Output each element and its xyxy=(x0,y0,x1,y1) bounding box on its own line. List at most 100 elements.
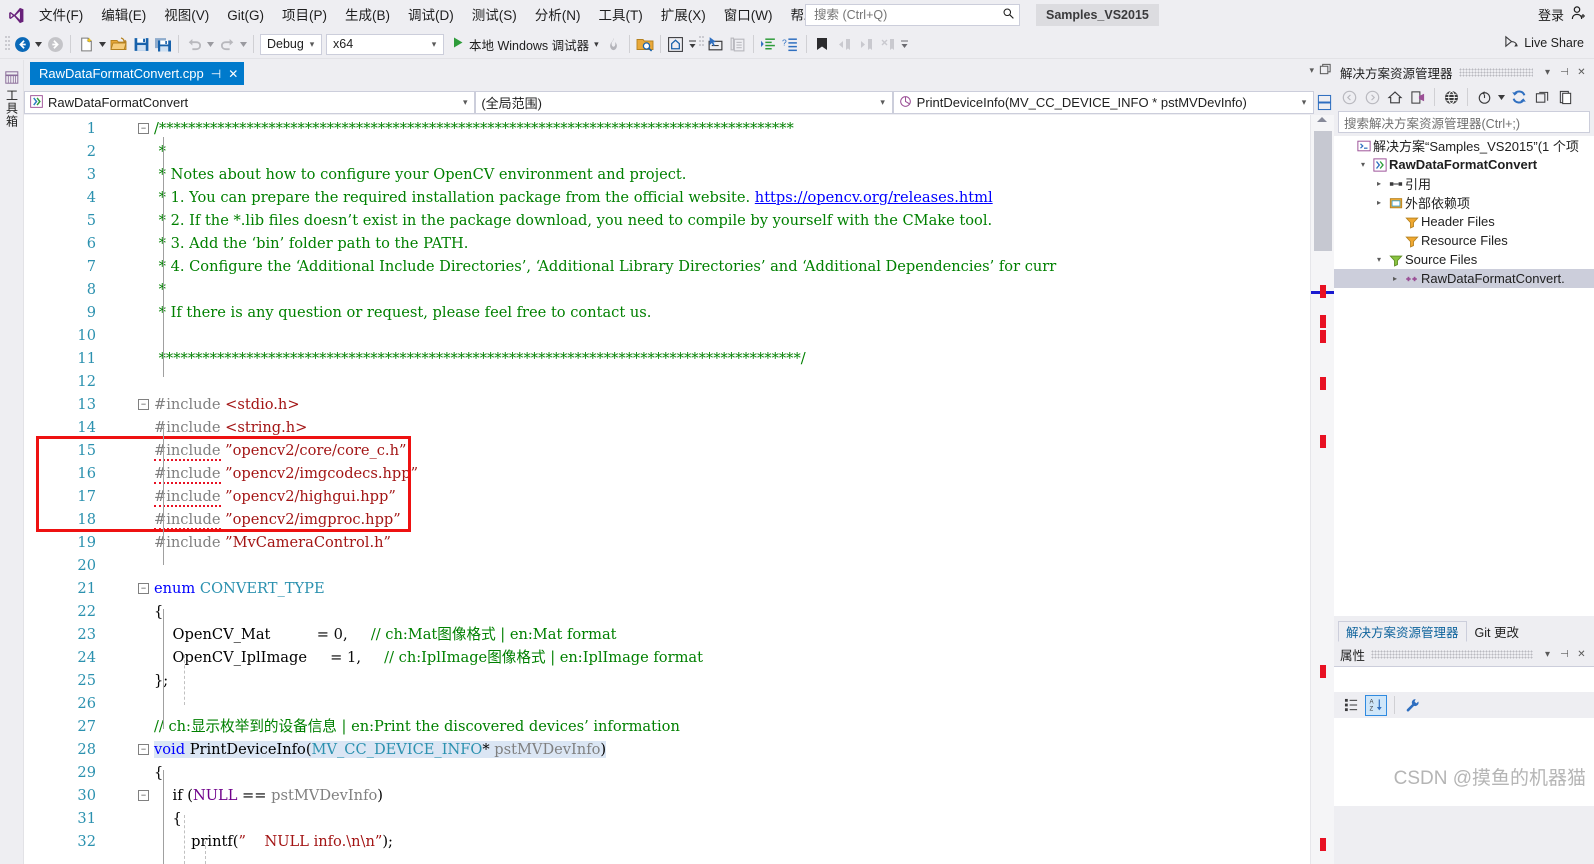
clear-bookmarks-icon[interactable] xyxy=(877,33,899,55)
code-line[interactable]: void PrintDeviceInfo(MV_CC_DEVICE_INFO* … xyxy=(154,738,607,761)
panel-pin-icon[interactable]: ⊣ xyxy=(1556,649,1573,660)
sign-in-area[interactable]: 登录 xyxy=(1538,5,1586,24)
code-line[interactable]: #include ”opencv2/core/core_c.h” xyxy=(154,439,406,462)
navigate-forward-icon[interactable] xyxy=(44,33,66,55)
outlining-collapse-icon[interactable]: − xyxy=(138,790,149,801)
comment-selection-icon[interactable]: ? xyxy=(780,33,802,55)
chevron-down-icon[interactable]: ▾ xyxy=(1372,255,1386,264)
tree-item[interactable]: ▸ 外部依赖项 xyxy=(1334,193,1594,212)
select-element-icon[interactable] xyxy=(705,33,727,55)
hot-reload-icon[interactable] xyxy=(603,33,625,55)
toolbar-grip[interactable] xyxy=(4,34,11,54)
code-line[interactable]: OpenCV_IplImage = 1, // ch:IplImage图像格式 … xyxy=(154,646,703,669)
menu-item-test[interactable]: 测试(S) xyxy=(463,4,526,27)
tab-git-changes[interactable]: Git 更改 xyxy=(1467,621,1527,642)
code-line[interactable]: * xyxy=(154,140,166,163)
chevron-right-icon[interactable]: ▸ xyxy=(1388,274,1402,283)
tree-item[interactable]: Resource Files xyxy=(1334,231,1594,250)
navigate-back-dropdown-icon[interactable] xyxy=(33,33,44,55)
code-editor-surface[interactable]: 1 2 3 4 5 6 7 8 9 10 11 12 13 14 15 16 17 18 19 20 21 22 23 24 2… xyxy=(24,115,1334,864)
outlining-margin[interactable]: − − − − − xyxy=(134,115,156,864)
panel-menu-icon[interactable]: ▾ xyxy=(1539,649,1556,660)
property-pages-wrench-icon[interactable] xyxy=(1402,695,1424,716)
error-marker[interactable] xyxy=(1320,838,1326,851)
close-icon[interactable]: ✕ xyxy=(228,68,238,80)
open-folder-icon[interactable] xyxy=(108,33,130,55)
code-line[interactable]: * 2. If the *.lib files doesn’t exist in… xyxy=(154,209,993,232)
toolbar-overflow-icon[interactable] xyxy=(899,33,910,55)
menu-item-file[interactable]: 文件(F) xyxy=(30,4,92,27)
code-text-area[interactable]: /***************************************… xyxy=(154,115,1334,864)
tree-item[interactable]: ▸ RawDataFormatConvert. xyxy=(1334,269,1594,288)
menu-item-build[interactable]: 生成(B) xyxy=(336,4,399,27)
new-item-dropdown-icon[interactable] xyxy=(97,33,108,55)
code-line[interactable]: * Notes about how to configure your Open… xyxy=(154,163,687,186)
find-in-files-icon[interactable] xyxy=(634,33,656,55)
project-scope-dropdown[interactable]: RawDataFormatConvert ▾ xyxy=(24,91,476,114)
chevron-down-icon[interactable]: ▾ xyxy=(876,97,890,108)
account-person-icon[interactable] xyxy=(1570,5,1586,24)
code-line[interactable]: ****************************************… xyxy=(154,347,806,370)
window-layout-icon[interactable] xyxy=(665,33,687,55)
solution-explorer-search-input[interactable]: 搜索解决方案资源管理器(Ctrl+;) xyxy=(1338,111,1590,133)
tree-item[interactable]: ▾ RawDataFormatConvert xyxy=(1334,155,1594,174)
panel-menu-icon[interactable]: ▾ xyxy=(1539,67,1556,78)
code-line[interactable]: printf(” NULL info.\n\n”); xyxy=(154,830,393,853)
code-line[interactable]: #include ”opencv2/highgui.hpp” xyxy=(154,485,396,508)
sync-with-active-document-icon[interactable] xyxy=(1407,86,1429,108)
scrollbar-thumb[interactable] xyxy=(1314,131,1332,251)
code-line[interactable]: * 4. Configure the ‘Additional Include D… xyxy=(154,255,1057,278)
save-icon[interactable] xyxy=(130,33,152,55)
menu-item-extensions[interactable]: 扩展(X) xyxy=(652,4,715,27)
tree-item[interactable]: Header Files xyxy=(1334,212,1594,231)
properties-object-combo[interactable] xyxy=(1334,666,1594,692)
redo-dropdown-icon[interactable] xyxy=(238,33,249,55)
chevron-down-icon[interactable]: ▾ xyxy=(1309,65,1314,76)
properties-grid[interactable]: CSDN @摸鱼的机器猫 xyxy=(1334,718,1594,806)
panel-drag-dots[interactable] xyxy=(1371,649,1533,659)
error-marker[interactable] xyxy=(1320,377,1326,390)
code-line[interactable]: #include ”MvCameraControl.h” xyxy=(154,531,391,554)
show-all-files-icon[interactable] xyxy=(1440,86,1462,108)
pin-icon[interactable]: ⊣ xyxy=(211,68,221,80)
menu-item-edit[interactable]: 编辑(E) xyxy=(92,4,155,27)
split-window-icon[interactable] xyxy=(1314,90,1334,115)
code-line[interactable]: { xyxy=(154,807,182,830)
editor-vertical-scrollbar[interactable] xyxy=(1310,115,1335,864)
back-icon[interactable] xyxy=(1338,86,1360,108)
format-document-icon[interactable] xyxy=(758,33,780,55)
outlining-collapse-icon[interactable]: − xyxy=(138,583,149,594)
window-layout-dropdown-icon[interactable] xyxy=(687,33,698,55)
code-line[interactable]: #include ”opencv2/imgcodecs.hpp” xyxy=(154,462,418,485)
code-line[interactable]: { xyxy=(154,761,163,784)
redo-icon[interactable] xyxy=(216,33,238,55)
new-item-icon[interactable] xyxy=(75,33,97,55)
home-icon[interactable] xyxy=(1384,86,1406,108)
tree-item[interactable]: ▸ 引用 xyxy=(1334,174,1594,193)
live-share-button[interactable]: Live Share xyxy=(1504,34,1584,52)
error-marker[interactable] xyxy=(1320,665,1326,678)
menu-item-view[interactable]: 视图(V) xyxy=(155,4,218,27)
tree-item[interactable]: 解决方案“Samples_VS2015”(1 个项 xyxy=(1334,136,1594,155)
previous-bookmark-icon[interactable] xyxy=(833,33,855,55)
chevron-down-icon[interactable]: ▾ xyxy=(594,39,599,50)
code-line[interactable]: /***************************************… xyxy=(154,117,794,140)
chevron-down-icon[interactable] xyxy=(1496,86,1507,108)
document-tab-rawdataformatconvert[interactable]: RawDataFormatConvert.cpp ⊣ ✕ xyxy=(30,62,245,85)
type-scope-dropdown[interactable]: (全局范围) ▾ xyxy=(475,91,893,114)
code-line[interactable]: * If there is any question or request, p… xyxy=(154,301,652,324)
code-line[interactable]: * 1. You can prepare the required instal… xyxy=(154,186,993,209)
solution-configuration-combo[interactable]: Debug ▾ xyxy=(260,33,322,55)
code-line[interactable]: #include ”opencv2/imgproc.hpp” xyxy=(154,508,401,531)
forward-icon[interactable] xyxy=(1361,86,1383,108)
code-line[interactable]: { xyxy=(154,600,163,623)
collapse-all-icon[interactable] xyxy=(1531,86,1553,108)
start-debugging-button[interactable]: 本地 Windows 调试器 ▾ xyxy=(446,33,603,55)
code-line[interactable]: #include <string.h> xyxy=(154,416,307,439)
next-bookmark-icon[interactable] xyxy=(855,33,877,55)
toolbox-tab[interactable]: 工具箱 xyxy=(2,68,22,156)
code-line[interactable]: * xyxy=(154,278,166,301)
undo-icon[interactable] xyxy=(183,33,205,55)
properties-icon[interactable] xyxy=(1554,86,1576,108)
copy-layout-icon[interactable] xyxy=(727,33,749,55)
